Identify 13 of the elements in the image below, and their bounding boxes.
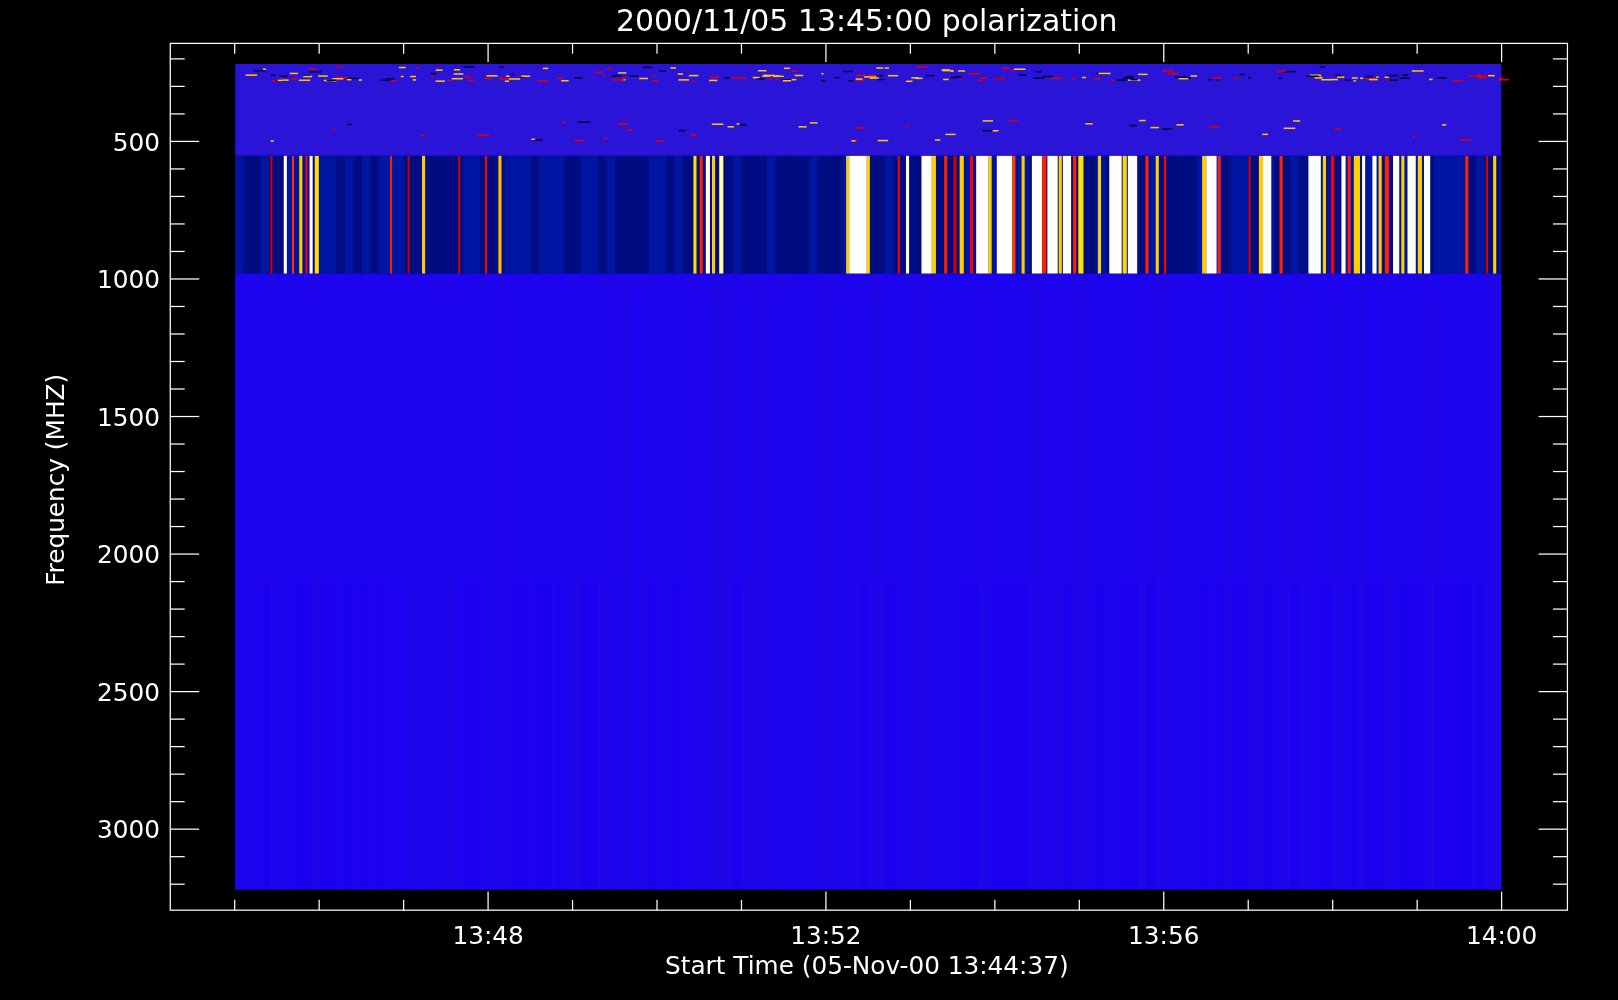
tick-label: 2500 xyxy=(96,677,160,707)
tick-label: 1500 xyxy=(96,402,160,432)
tick-label: 13:48 xyxy=(452,921,524,951)
tick-label: 13:56 xyxy=(1128,921,1200,951)
tick-label: 14:00 xyxy=(1465,921,1538,951)
tick-label: 2000 xyxy=(96,540,160,570)
plot-title: 2000/11/05 13:45:00 polarization xyxy=(616,3,1118,38)
tick-label: 500 xyxy=(112,127,160,157)
tick-label: 13:52 xyxy=(790,921,862,951)
tick-label: 3000 xyxy=(96,815,160,845)
axis-label: Frequency (MHZ) xyxy=(41,373,70,586)
axis-label: Start Time (05-Nov-00 13:44:37) xyxy=(665,951,1069,981)
tick-label: 1000 xyxy=(96,265,160,295)
